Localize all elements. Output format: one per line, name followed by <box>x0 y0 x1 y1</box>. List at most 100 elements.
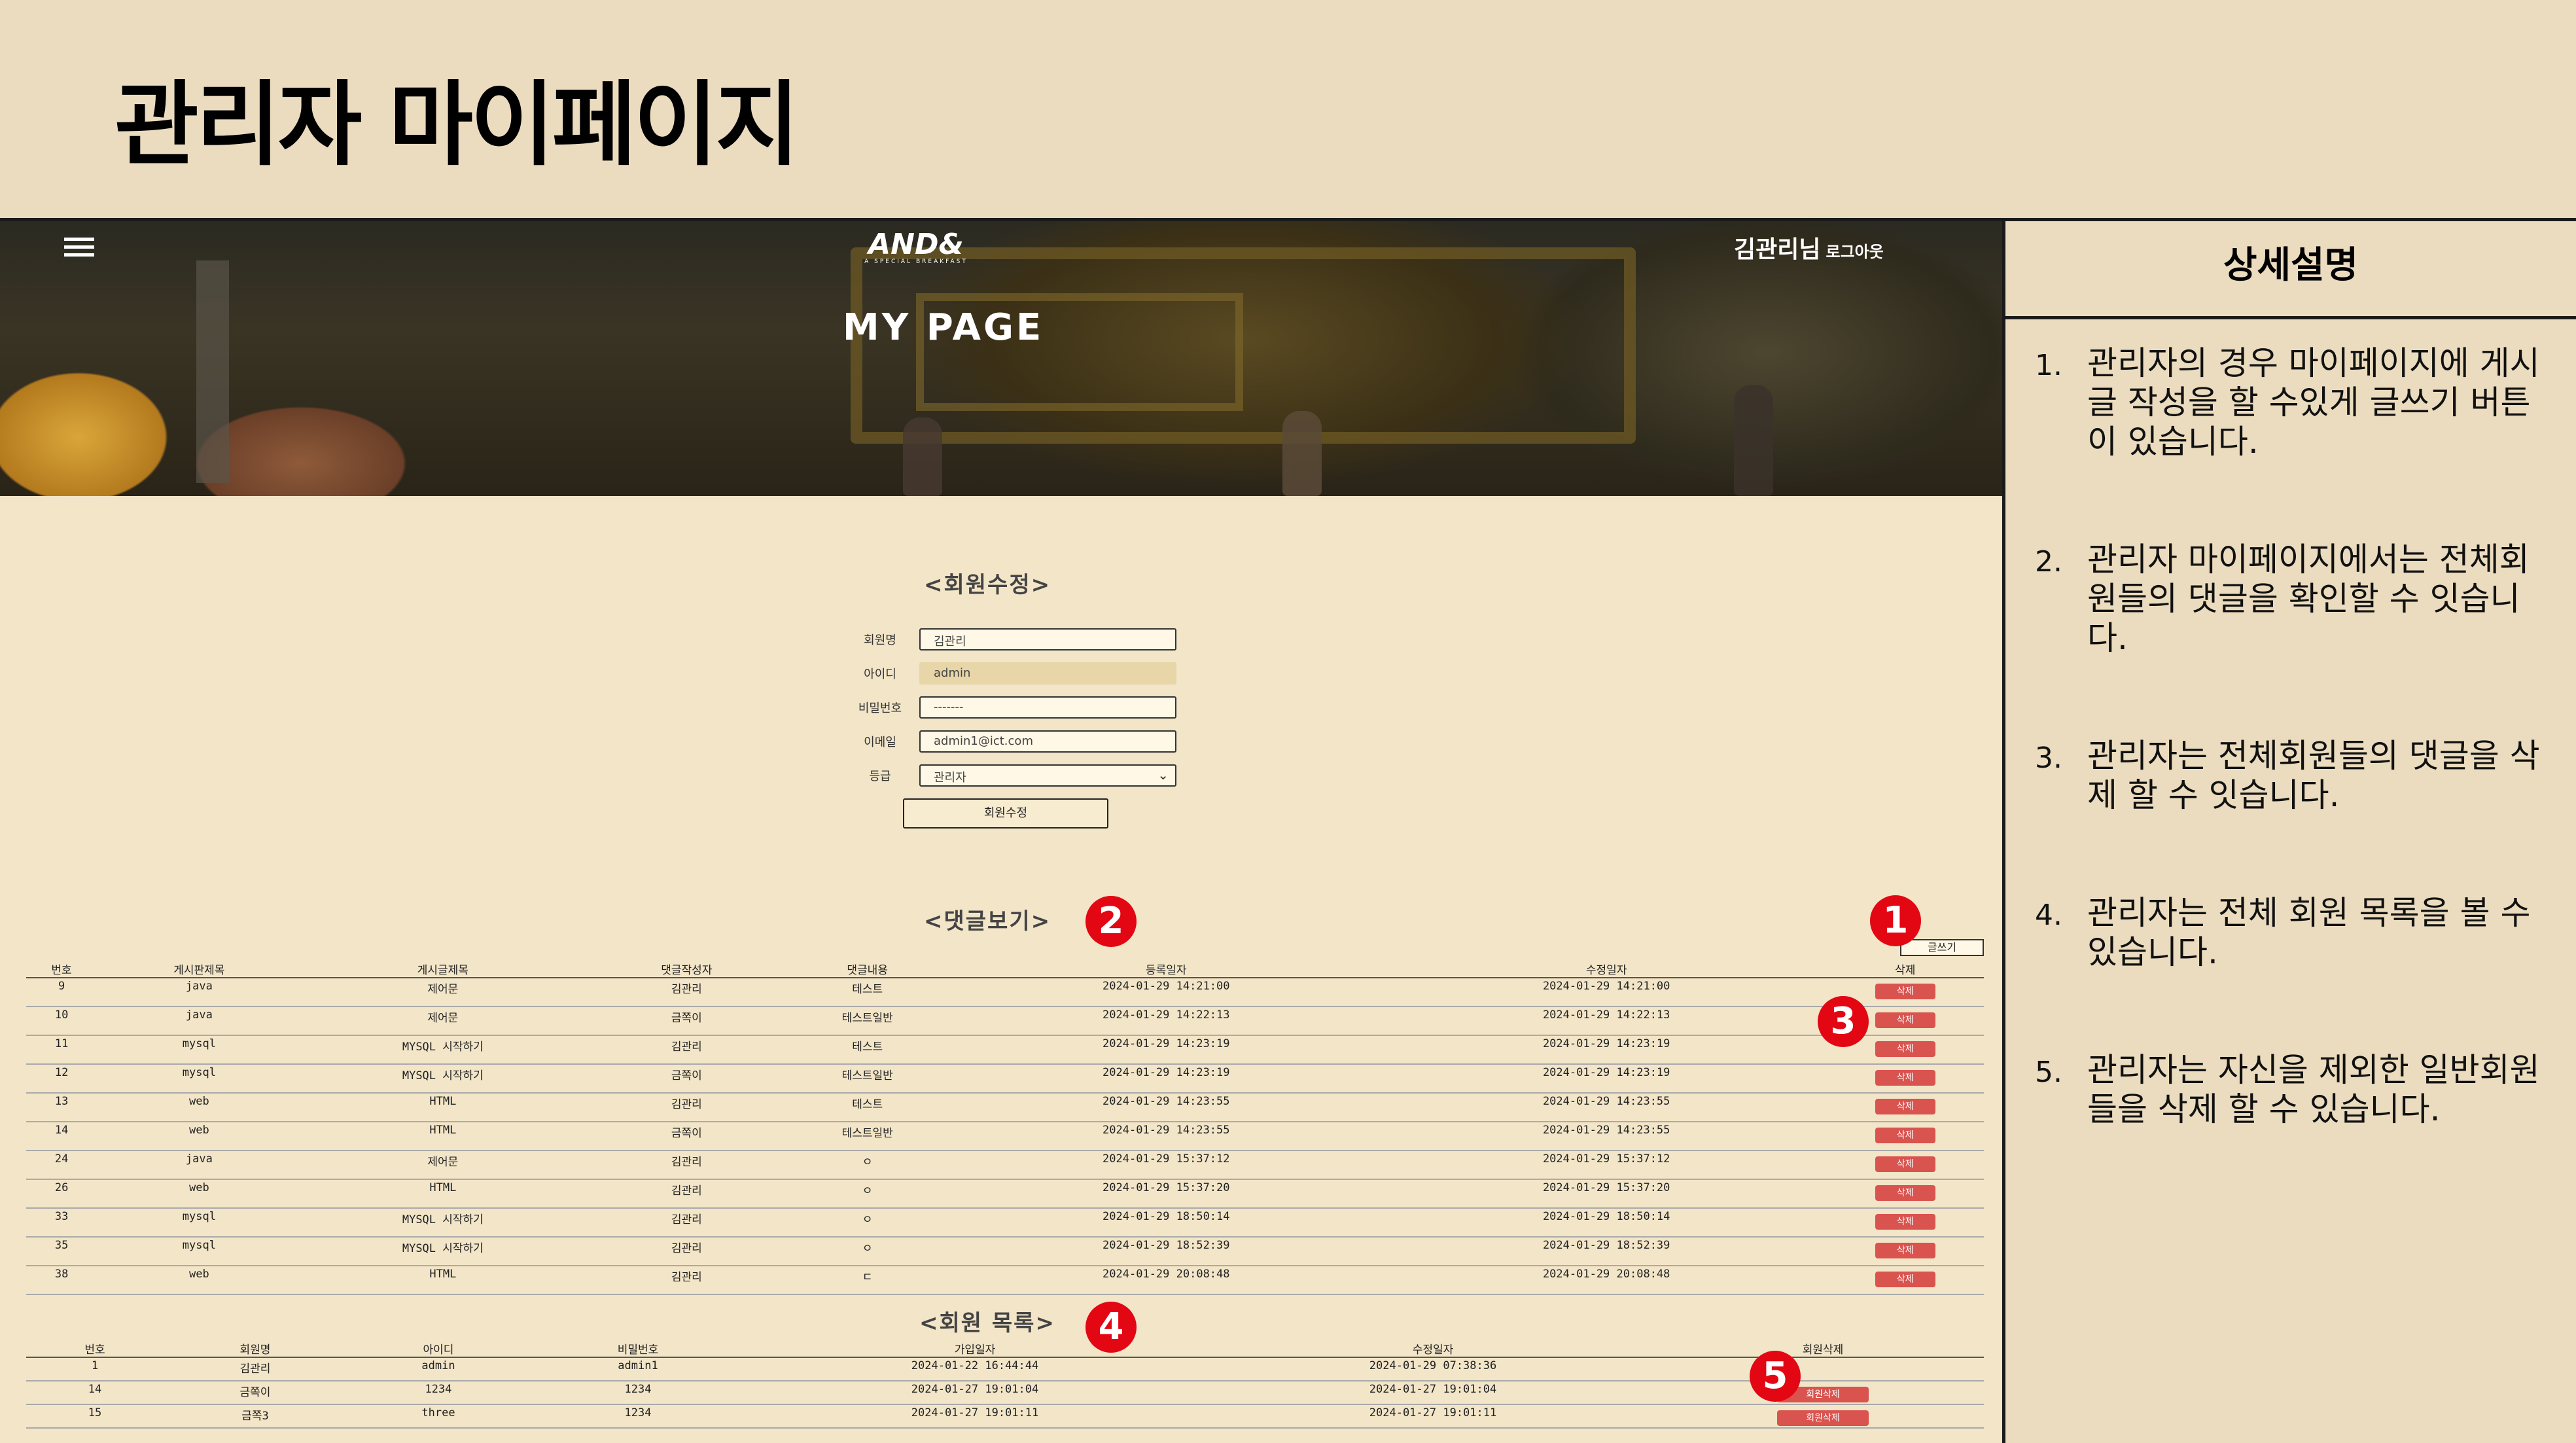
table-cell: ㅇ <box>788 1237 946 1266</box>
table-cell: ㅇ <box>788 1179 946 1209</box>
hamburger-menu-icon[interactable] <box>64 238 94 257</box>
table-cell: 삭제 <box>1826 1266 1984 1295</box>
table-cell: mysql <box>97 1035 302 1065</box>
table-cell: 35 <box>26 1237 97 1266</box>
table-cell: 금쪽3 <box>164 1404 347 1429</box>
form-row-id: 아이디 admin <box>831 662 1176 685</box>
table-cell: 제어문 <box>301 978 585 1007</box>
table-cell: three <box>347 1404 530 1429</box>
form-row-name: 회원명 김관리 <box>831 628 1176 650</box>
form-row-password: 비밀번호 ------- <box>831 696 1176 719</box>
table-cell: 12 <box>26 1064 97 1094</box>
note-number: 2. <box>2035 545 2062 579</box>
members-col-header: 번호 <box>26 1340 164 1358</box>
logout-link[interactable]: 로그아웃 <box>1826 243 1883 261</box>
note-text: 관리자의 경우 마이페이지에 게시글 작성을 할 수있게 글쓰기 버튼이 있습니… <box>2087 344 2540 461</box>
table-cell: 테스트 <box>788 978 946 1007</box>
comments-col-header: 삭제 <box>1826 961 1984 978</box>
table-cell: 2024-01-29 20:08:48 <box>945 1266 1386 1295</box>
table-cell: mysql <box>97 1064 302 1094</box>
comments-title: <댓글보기> <box>924 908 1051 935</box>
table-cell: 삭제 <box>1826 1237 1984 1266</box>
table-cell: java <box>97 1150 302 1180</box>
note-item: 3. 관리자는 전체회원들의 댓글을 삭제 할 수 잇습니다. <box>2035 736 2558 815</box>
note-item: 2. 관리자 마이페이지에서는 전체회원들의 댓글을 확인할 수 잇습니다. <box>2035 540 2558 658</box>
table-cell: MYSQL 시작하기 <box>301 1237 585 1266</box>
table-cell: 삭제 <box>1826 1122 1984 1151</box>
table-cell <box>1662 1357 1984 1381</box>
delete-comment-button[interactable]: 삭제 <box>1875 1243 1935 1258</box>
table-cell: 24 <box>26 1150 97 1180</box>
table-cell: 금쪽이 <box>164 1381 347 1405</box>
comments-col-header: 게시글제목 <box>301 961 585 978</box>
note-item: 5. 관리자는 자신을 제외한 일반회원들을 삭제 할 수 있습니다. <box>2035 1050 2558 1129</box>
write-button[interactable]: 글쓰기 <box>1900 939 1984 956</box>
delete-comment-button[interactable]: 삭제 <box>1875 1041 1935 1057</box>
table-cell: java <box>97 978 302 1007</box>
members-col-header: 가입일자 <box>746 1340 1204 1358</box>
comments-header-row: 번호 게시판제목 게시글제목 댓글작성자 댓글내용 등록일자 수정일자 삭제 <box>26 961 1984 978</box>
member-edit-title: <회원수정> <box>924 572 1051 598</box>
delete-comment-button[interactable]: 삭제 <box>1875 1272 1935 1287</box>
table-cell: 김관리 <box>164 1357 347 1381</box>
name-field[interactable]: 김관리 <box>919 628 1176 650</box>
email-field[interactable]: admin1@ict.com <box>919 730 1176 753</box>
table-cell: MYSQL 시작하기 <box>301 1208 585 1238</box>
note-item: 4. 관리자는 전체 회원 목록을 볼 수 있습니다. <box>2035 893 2558 972</box>
table-cell: 삭제 <box>1826 1208 1984 1238</box>
delete-comment-button[interactable]: 삭제 <box>1875 1185 1935 1201</box>
delete-comment-button[interactable]: 삭제 <box>1875 1128 1935 1143</box>
delete-comment-button[interactable]: 삭제 <box>1875 1214 1935 1230</box>
comment-row: 9 java 제어문 김관리 테스트 2024-01-29 14:21:00 2024-01… <box>26 978 1984 1007</box>
delete-member-button[interactable]: 회원삭제 <box>1777 1410 1869 1426</box>
table-cell: 2024-01-29 15:37:12 <box>945 1150 1386 1180</box>
table-cell: ㄷ <box>788 1266 946 1295</box>
table-cell: 김관리 <box>584 1150 789 1180</box>
table-cell: 2024-01-29 14:23:19 <box>1386 1035 1827 1065</box>
table-cell: mysql <box>97 1208 302 1238</box>
site-logo[interactable]: AND& A SPECIAL BREAKFAST <box>851 228 981 265</box>
badge-2: 2 <box>1085 896 1137 947</box>
delete-comment-button[interactable]: 삭제 <box>1875 1070 1935 1086</box>
delete-comment-button[interactable]: 삭제 <box>1875 1099 1935 1114</box>
members-col-header: 회원명 <box>164 1340 347 1358</box>
table-cell: 김관리 <box>584 1266 789 1295</box>
table-cell: 테스트 <box>788 1035 946 1065</box>
table-cell: 삭제 <box>1826 1093 1984 1122</box>
password-field[interactable]: ------- <box>919 696 1176 719</box>
delete-comment-button[interactable]: 삭제 <box>1875 1012 1935 1028</box>
table-cell: 김관리 <box>584 1208 789 1238</box>
member-edit-button[interactable]: 회원수정 <box>903 798 1108 828</box>
badge-3: 3 <box>1818 996 1869 1047</box>
name-label: 회원명 <box>864 633 896 647</box>
grade-select[interactable]: 관리자 ⌄ <box>919 764 1176 787</box>
table-cell: ㅇ <box>788 1150 946 1180</box>
table-cell: mysql <box>97 1237 302 1266</box>
note-number: 3. <box>2035 741 2062 775</box>
members-col-header: 수정일자 <box>1204 1340 1662 1358</box>
note-text: 관리자는 자신을 제외한 일반회원들을 삭제 할 수 있습니다. <box>2087 1051 2540 1128</box>
members-header-row: 번호 회원명 아이디 비밀번호 가입일자 수정일자 회원삭제 <box>26 1340 1984 1358</box>
form-row-grade: 등급 관리자 ⌄ <box>831 764 1176 787</box>
table-cell: web <box>97 1122 302 1151</box>
members-col-header: 회원삭제 <box>1662 1340 1984 1358</box>
table-cell: 삭제 <box>1826 1179 1984 1209</box>
delete-comment-button[interactable]: 삭제 <box>1875 984 1935 999</box>
comment-row: 26 web HTML 김관리 ㅇ 2024-01-29 15:37:20 2024-01-… <box>26 1179 1984 1209</box>
table-cell: 2024-01-29 15:37:20 <box>945 1179 1386 1209</box>
note-number: 5. <box>2035 1056 2062 1089</box>
table-cell: 2024-01-29 18:52:39 <box>945 1237 1386 1266</box>
table-cell: 10 <box>26 1007 97 1036</box>
comments-col-header: 댓글작성자 <box>584 961 789 978</box>
table-cell: 2024-01-29 14:22:13 <box>1386 1007 1827 1036</box>
badge-1: 1 <box>1870 895 1921 946</box>
table-cell: web <box>97 1093 302 1122</box>
delete-comment-button[interactable]: 삭제 <box>1875 1156 1935 1172</box>
table-cell: 1234 <box>530 1381 746 1405</box>
badge-4: 4 <box>1085 1302 1137 1353</box>
comments-table: 번호 게시판제목 게시글제목 댓글작성자 댓글내용 등록일자 수정일자 삭제 9 java 제어문… <box>26 961 1984 1295</box>
page-title: MY PAGE <box>843 306 1044 349</box>
table-cell: 테스트일반 <box>788 1064 946 1094</box>
table-cell: 제어문 <box>301 1150 585 1180</box>
note-text: 관리자 마이페이지에서는 전체회원들의 댓글을 확인할 수 잇습니다. <box>2087 541 2530 657</box>
